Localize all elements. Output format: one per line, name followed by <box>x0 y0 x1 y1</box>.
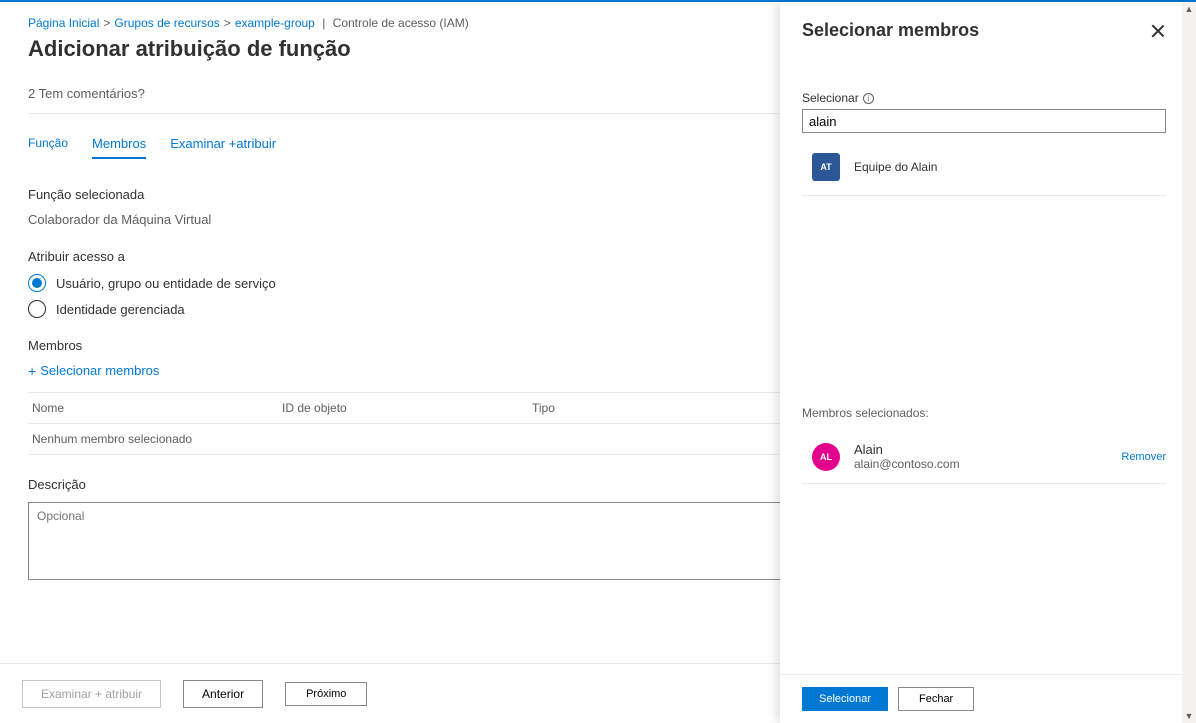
select-field-label: Selecionar i <box>802 91 1166 105</box>
col-header-name: Nome <box>32 401 282 415</box>
panel-title: Selecionar membros <box>802 20 979 41</box>
col-header-id: ID de objeto <box>282 401 532 415</box>
radio-label: Identidade gerenciada <box>56 302 185 317</box>
selected-members-label: Membros selecionados: <box>802 406 1166 420</box>
next-button[interactable]: Próximo <box>285 682 367 706</box>
member-search-input[interactable] <box>802 109 1166 133</box>
breadcrumb-iam: Controle de acesso (IAM) <box>333 16 469 30</box>
breadcrumb-home[interactable]: Página Inicial <box>28 16 99 30</box>
tab-members[interactable]: Membros <box>92 136 146 159</box>
panel-footer: Selecionar Fechar <box>780 674 1196 723</box>
breadcrumb-group-name[interactable]: example-group <box>235 16 315 30</box>
selected-member-item: AL Alain alain@contoso.com Remover <box>802 434 1166 484</box>
scroll-up-icon[interactable]: ▲ <box>1185 4 1194 14</box>
scroll-down-icon[interactable]: ▼ <box>1185 711 1194 721</box>
close-icon[interactable] <box>1150 23 1166 39</box>
user-avatar-icon: AL <box>812 443 840 471</box>
panel-scrollbar[interactable]: ▲ ▼ <box>1182 2 1196 723</box>
remove-member-link[interactable]: Remover <box>1121 451 1166 463</box>
breadcrumb-groups[interactable]: Grupos de recursos <box>114 16 219 30</box>
search-result-name: Equipe do Alain <box>854 160 937 174</box>
select-members-text: Selecionar membros <box>40 363 159 378</box>
select-members-link[interactable]: + Selecionar membros <box>28 363 159 378</box>
radio-icon <box>28 300 46 318</box>
panel-select-button[interactable]: Selecionar <box>802 687 888 711</box>
selected-member-email: alain@contoso.com <box>854 457 1107 471</box>
info-icon[interactable]: i <box>863 93 874 104</box>
review-assign-button: Examinar + atribuir <box>22 680 161 708</box>
search-result-item[interactable]: AT Equipe do Alain <box>802 147 1166 196</box>
tab-review[interactable]: Examinar +atribuir <box>170 136 276 159</box>
select-members-panel: Selecionar membros Selecionar i AT Equip… <box>780 2 1196 723</box>
radio-icon <box>28 274 46 292</box>
panel-close-button[interactable]: Fechar <box>898 687 974 711</box>
radio-label: Usuário, grupo ou entidade de serviço <box>56 276 276 291</box>
group-avatar-icon: AT <box>812 153 840 181</box>
plus-icon: + <box>28 364 36 378</box>
previous-button[interactable]: Anterior <box>183 680 263 708</box>
tab-role[interactable]: Função <box>28 136 68 159</box>
selected-member-name: Alain <box>854 442 1107 457</box>
